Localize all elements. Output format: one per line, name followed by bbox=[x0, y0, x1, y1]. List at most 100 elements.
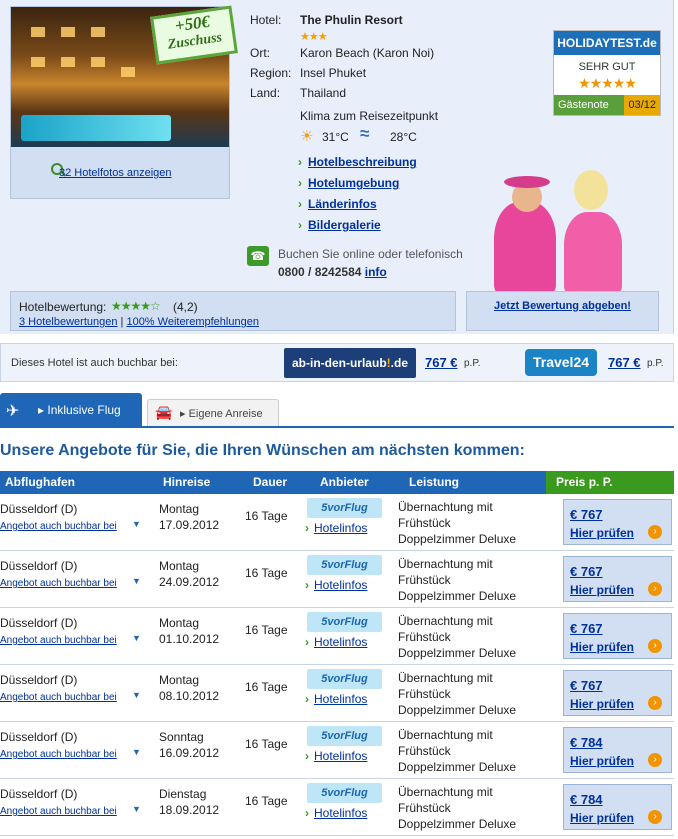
reviews-link[interactable]: 3 Hotelbewertungen bbox=[19, 316, 117, 328]
check-offer-link[interactable]: Hier prüfen bbox=[570, 640, 634, 654]
provider-hotelinfo[interactable]: › Hotelinfos bbox=[305, 692, 367, 706]
price-cell[interactable]: € 767 Hier prüfen › bbox=[563, 499, 672, 545]
dropdown-arrow-icon[interactable]: ▼ bbox=[132, 519, 141, 529]
arrow-circle-icon[interactable]: › bbox=[648, 810, 662, 824]
dropdown-arrow-icon[interactable]: ▼ bbox=[132, 576, 141, 586]
arrow-right-icon: › bbox=[305, 692, 309, 706]
holidaytest-date: 03/12 bbox=[624, 95, 660, 115]
check-offer-link[interactable]: Hier prüfen bbox=[570, 754, 634, 768]
also-bookable-bar: Dieses Hotel ist auch buchbar bei: ab-in… bbox=[0, 343, 674, 382]
provider-logo[interactable]: 5vorFlug bbox=[307, 612, 382, 632]
also-bookable-text: Dieses Hotel ist auch buchbar bei: bbox=[11, 357, 178, 369]
price-cell[interactable]: € 767 Hier prüfen › bbox=[563, 613, 672, 659]
tab-own-travel[interactable]: 🚘 ▸ Eigene Anreise bbox=[147, 399, 279, 426]
table-row: Düsseldorf (D) Angebot auch buchbar bei ▼ M… bbox=[0, 665, 674, 722]
col-departure[interactable]: Abflughafen bbox=[5, 475, 75, 489]
also-bookable-link[interactable]: Angebot auch buchbar bei bbox=[0, 749, 117, 760]
provider-hotelinfo[interactable]: › Hotelinfos bbox=[305, 578, 367, 592]
offer-price[interactable]: € 767 bbox=[570, 678, 603, 693]
arrow-circle-icon[interactable]: › bbox=[648, 639, 662, 653]
tab-inclusive-flight[interactable]: ✈ ▸ Inklusive Flug bbox=[0, 393, 142, 426]
dropdown-arrow-icon[interactable]: ▼ bbox=[132, 690, 141, 700]
provider-hotelinfo[interactable]: › Hotelinfos bbox=[305, 635, 367, 649]
service-description: Übernachtung mit Frühstück Doppelzimmer De… bbox=[398, 728, 517, 774]
price-cell[interactable]: € 767 Hier prüfen › bbox=[563, 670, 672, 716]
link-hotel-description[interactable]: › Hotelbeschreibung bbox=[298, 155, 417, 169]
also-bookable-link[interactable]: Angebot auch buchbar bei bbox=[0, 806, 117, 817]
link-hotel-surroundings[interactable]: › Hotelumgebung bbox=[298, 176, 399, 190]
col-price[interactable]: Preis p. P. bbox=[546, 471, 674, 494]
provider-hotelinfo[interactable]: › Hotelinfos bbox=[305, 521, 367, 535]
climate-heading: Klima zum Reisezeitpunkt bbox=[300, 109, 439, 123]
check-offer-link[interactable]: Hier prüfen bbox=[570, 811, 634, 825]
table-row: Düsseldorf (D) Angebot auch buchbar bei ▼ M… bbox=[0, 608, 674, 665]
offer-price[interactable]: € 767 bbox=[570, 564, 603, 579]
rate-now-link[interactable]: Jetzt Bewertung abgeben! bbox=[467, 300, 658, 312]
travel24-price[interactable]: 767 € bbox=[608, 355, 641, 370]
link-image-gallery[interactable]: › Bildergalerie bbox=[298, 218, 381, 232]
also-bookable-link[interactable]: Angebot auch buchbar bei bbox=[0, 692, 117, 703]
rating-score: (4,2) bbox=[173, 300, 198, 314]
airplane-icon: ✈ bbox=[6, 403, 20, 420]
col-service[interactable]: Leistung bbox=[409, 475, 459, 489]
hotel-info-panel: +50€ Zuschuss 32 Hotelfotos anzeigen Hot… bbox=[0, 0, 674, 334]
also-bookable-link[interactable]: Angebot auch buchbar bei bbox=[0, 635, 117, 646]
provider-hotelinfo[interactable]: › Hotelinfos bbox=[305, 806, 367, 820]
air-temperature: 31°C bbox=[322, 130, 349, 144]
ab-in-den-urlaub-logo[interactable]: ab-in-den-urlaub!.de bbox=[284, 348, 416, 378]
departure-airport: Düsseldorf (D) bbox=[0, 730, 78, 744]
col-provider[interactable]: Anbieter bbox=[320, 475, 369, 489]
dropdown-arrow-icon[interactable]: ▼ bbox=[132, 804, 141, 814]
arrow-circle-icon[interactable]: › bbox=[648, 582, 662, 596]
also-bookable-link[interactable]: Angebot auch buchbar bei bbox=[0, 578, 117, 589]
also-bookable-link[interactable]: Angebot auch buchbar bei bbox=[0, 521, 117, 532]
provider-logo[interactable]: 5vorFlug bbox=[307, 498, 382, 518]
table-row: Düsseldorf (D) Angebot auch buchbar bei ▼ M… bbox=[0, 551, 674, 608]
dropdown-arrow-icon[interactable]: ▼ bbox=[132, 633, 141, 643]
hotel-name: The Phulin Resort bbox=[300, 13, 403, 27]
trip-duration: 16 Tage bbox=[245, 566, 288, 580]
arrow-circle-icon[interactable]: › bbox=[648, 753, 662, 767]
link-country-info[interactable]: › Länderinfos bbox=[298, 197, 377, 211]
departure-date: 17.09.2012 bbox=[159, 518, 220, 532]
phone-info-link[interactable]: info bbox=[365, 265, 387, 279]
dropdown-arrow-icon[interactable]: ▼ bbox=[132, 747, 141, 757]
check-offer-link[interactable]: Hier prüfen bbox=[570, 526, 634, 540]
provider-logo[interactable]: 5vorFlug bbox=[307, 726, 382, 746]
trip-duration: 16 Tage bbox=[245, 737, 288, 751]
service-description: Übernachtung mit Frühstück Doppelzimmer De… bbox=[398, 671, 517, 717]
per-person-label: p.P. bbox=[647, 358, 664, 369]
arrow-circle-icon[interactable]: › bbox=[648, 696, 662, 710]
col-outbound[interactable]: Hinreise bbox=[163, 475, 210, 489]
departure-date: 01.10.2012 bbox=[159, 632, 220, 646]
holidaytest-badge[interactable]: HOLIDAYTEST.de SEHR GUT ★★★★★ Gästenote … bbox=[553, 30, 661, 116]
provider-logo[interactable]: 5vorFlug bbox=[307, 669, 382, 689]
recommendation-link[interactable]: 100% Weiterempfehlungen bbox=[126, 316, 259, 328]
provider-logo[interactable]: 5vorFlug bbox=[307, 555, 382, 575]
sun-icon: ☀ bbox=[300, 128, 314, 145]
table-row: Düsseldorf (D) Angebot auch buchbar bei ▼ S… bbox=[0, 722, 674, 779]
arrow-circle-icon[interactable]: › bbox=[648, 525, 662, 539]
phone-number: 0800 / 8242584 info bbox=[278, 265, 387, 279]
hotel-photos-link[interactable]: 32 Hotelfotos anzeigen bbox=[59, 167, 172, 179]
ab-in-den-urlaub-price[interactable]: 767 € bbox=[425, 355, 458, 370]
car-icon: 🚘 bbox=[155, 404, 173, 420]
offer-price[interactable]: € 784 bbox=[570, 792, 603, 807]
departure-date: 08.10.2012 bbox=[159, 689, 220, 703]
check-offer-link[interactable]: Hier prüfen bbox=[570, 583, 634, 597]
provider-logo[interactable]: 5vorFlug bbox=[307, 783, 382, 803]
check-offer-link[interactable]: Hier prüfen bbox=[570, 697, 634, 711]
service-description: Übernachtung mit Frühstück Doppelzimmer De… bbox=[398, 614, 517, 660]
price-cell[interactable]: € 767 Hier prüfen › bbox=[563, 556, 672, 602]
offer-price[interactable]: € 767 bbox=[570, 507, 603, 522]
price-cell[interactable]: € 784 Hier prüfen › bbox=[563, 727, 672, 773]
hotel-country: Thailand bbox=[300, 86, 347, 100]
offer-price[interactable]: € 767 bbox=[570, 621, 603, 636]
provider-hotelinfo[interactable]: › Hotelinfos bbox=[305, 749, 367, 763]
offer-price[interactable]: € 784 bbox=[570, 735, 603, 750]
price-cell[interactable]: € 784 Hier prüfen › bbox=[563, 784, 672, 830]
rating-stars: ★★★★☆ bbox=[111, 299, 161, 313]
travel24-logo[interactable]: Travel24 bbox=[525, 349, 597, 376]
col-duration[interactable]: Dauer bbox=[253, 475, 287, 489]
arrow-right-icon: › bbox=[298, 155, 302, 169]
